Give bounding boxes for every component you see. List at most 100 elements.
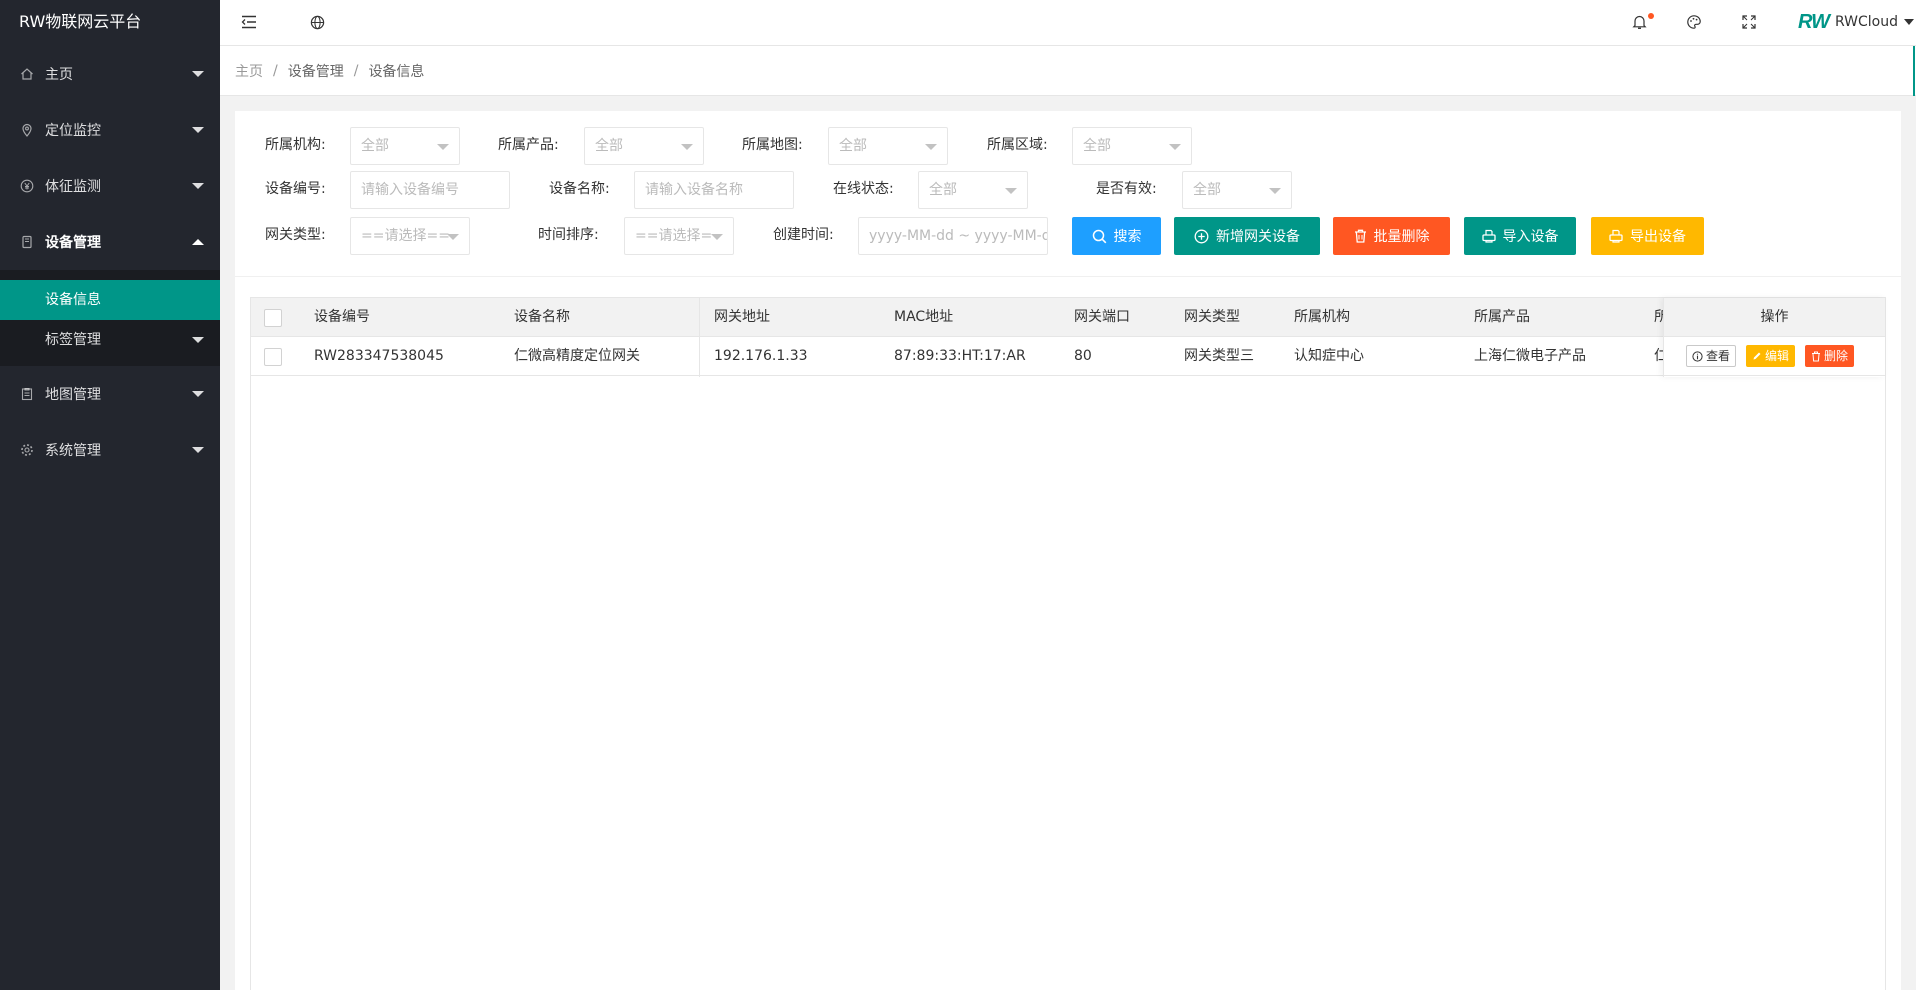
content-panel: 所属机构: 全部 所属产品: 全部 所属地图: 全部 所属区域: 全部 设备编号… [235,111,1901,990]
device-no-input[interactable] [350,171,510,209]
sidebar-item-map-management[interactable]: 地图管理 [0,366,220,422]
created-time-range-input[interactable] [858,217,1048,255]
valid-label: 是否有效: [1096,181,1157,197]
search-button-label: 搜索 [1113,229,1142,245]
sidebar-item-device-management[interactable]: 设备管理 [0,214,220,270]
sidebar-item-label: 标签管理 [45,332,101,348]
globe-icon[interactable] [302,0,332,44]
column-header-actions: 操作 [1664,298,1885,337]
view-button[interactable]: 查看 [1686,345,1737,367]
org-select-value: 全部 [361,138,389,154]
fullscreen-icon[interactable] [1732,0,1766,44]
map-select-value: 全部 [839,138,867,154]
gateway-type-select[interactable]: ==请选择== [350,217,470,255]
pencil-icon [1752,351,1762,361]
edit-button-label: 编辑 [1765,349,1790,363]
cell-device-no: RW283347538045 [314,348,444,364]
breadcrumb-device-management[interactable]: 设备管理 [288,61,344,81]
export-devices-button[interactable]: 导出设备 [1591,217,1704,255]
device-icon [20,235,34,249]
cell-product: 上海仁微电子产品 [1474,348,1586,364]
app-title: RW物联网云平台 [19,12,142,31]
breadcrumb-current: 设备信息 [368,63,425,80]
chevron-down-icon [1169,144,1181,150]
device-management-submenu: 设备信息 标签管理 [0,270,220,366]
batch-delete-button[interactable]: 批量删除 [1333,217,1450,255]
add-gateway-button[interactable]: 新增网关设备 [1174,217,1320,255]
search-button[interactable]: 搜索 [1072,217,1161,255]
location-pin-icon [20,123,34,137]
map-label: 所属地图: [742,137,803,153]
online-status-select[interactable]: 全部 [918,171,1028,209]
tab-edge-indicator [1913,46,1915,96]
device-name-label: 设备名称: [549,181,610,197]
yen-icon [20,179,34,193]
column-header-gateway-address[interactable]: 网关地址 [714,298,864,337]
breadcrumb-separator: / [353,62,359,79]
delete-button[interactable]: 删除 [1805,345,1855,367]
breadcrumb-home[interactable]: 主页 [235,61,263,81]
product-label: 所属产品: [498,137,559,153]
sidebar-item-label: 定位监控 [45,123,101,139]
region-label: 所属区域: [987,137,1048,153]
theme-palette-icon[interactable] [1677,0,1711,44]
column-header-device-no[interactable]: 设备编号 [314,298,464,337]
sidebar-item-label: 设备管理 [45,235,101,251]
select-all-checkbox[interactable] [264,309,282,327]
user-logo: RW [1798,10,1830,33]
sidebar-item-tag-management[interactable]: 标签管理 [0,320,220,360]
trash-icon [1354,229,1367,243]
row-checkbox[interactable] [264,348,282,366]
printer-icon [1481,229,1496,243]
chevron-down-icon [681,144,693,150]
bell-icon[interactable] [1622,0,1656,44]
column-header-gateway-port[interactable]: 网关端口 [1074,298,1164,337]
device-name-input[interactable] [634,171,794,209]
chevron-down-icon [192,391,204,397]
cell-gateway-port: 80 [1074,348,1092,364]
valid-select-value: 全部 [1193,182,1221,198]
view-button-label: 查看 [1706,349,1731,363]
created-time-label: 创建时间: [773,227,834,243]
sidebar-item-vital-signs[interactable]: 体征监测 [0,158,220,214]
online-status-label: 在线状态: [833,181,894,197]
column-header-organization[interactable]: 所属机构 [1294,298,1444,337]
column-divider [699,298,700,377]
sidebar: RW物联网云平台 主页 定位监控 体征监测 设备管理 设备信息 标签管理 地图管… [0,0,220,990]
gear-icon [20,443,34,457]
region-select-value: 全部 [1083,138,1111,154]
sidebar-item-home[interactable]: 主页 [0,46,220,102]
sidebar-item-system-management[interactable]: 系统管理 [0,422,220,478]
edit-button[interactable]: 编辑 [1746,345,1796,367]
breadcrumb: 主页 / 设备管理 / 设备信息 [220,46,1916,96]
cell-gateway-address: 192.176.1.33 [714,348,808,364]
time-sort-select[interactable]: ==请选择= [624,217,734,255]
trash-icon [1811,351,1821,362]
column-header-product[interactable]: 所属产品 [1474,298,1624,337]
sidebar-item-device-info[interactable]: 设备信息 [0,280,220,320]
column-header-mac-address[interactable]: MAC地址 [894,298,1034,337]
column-header-device-name[interactable]: 设备名称 [514,298,664,337]
region-select[interactable]: 全部 [1072,127,1192,165]
chevron-down-icon [1904,19,1914,25]
cell-organization: 认知症中心 [1294,348,1364,364]
chevron-down-icon [192,447,204,453]
gateway-type-label: 网关类型: [265,227,326,243]
time-sort-label: 时间排序: [538,227,599,243]
product-select[interactable]: 全部 [584,127,704,165]
online-status-select-value: 全部 [929,182,957,198]
chevron-down-icon [192,127,204,133]
table-row[interactable]: RW283347538045 仁微高精度定位网关 192.176.1.33 87… [251,337,1885,376]
sidebar-item-label: 地图管理 [45,387,101,403]
chevron-up-icon [192,239,204,245]
valid-select[interactable]: 全部 [1182,171,1292,209]
user-menu[interactable]: RW RWCloud [1798,0,1916,44]
sidebar-item-location-monitor[interactable]: 定位监控 [0,102,220,158]
import-devices-button[interactable]: 导入设备 [1464,217,1576,255]
org-select[interactable]: 全部 [350,127,460,165]
map-select[interactable]: 全部 [828,127,948,165]
search-icon [1092,229,1107,244]
menu-fold-icon[interactable] [234,0,264,44]
column-header-gateway-type[interactable]: 网关类型 [1184,298,1284,337]
info-icon [1692,350,1703,362]
